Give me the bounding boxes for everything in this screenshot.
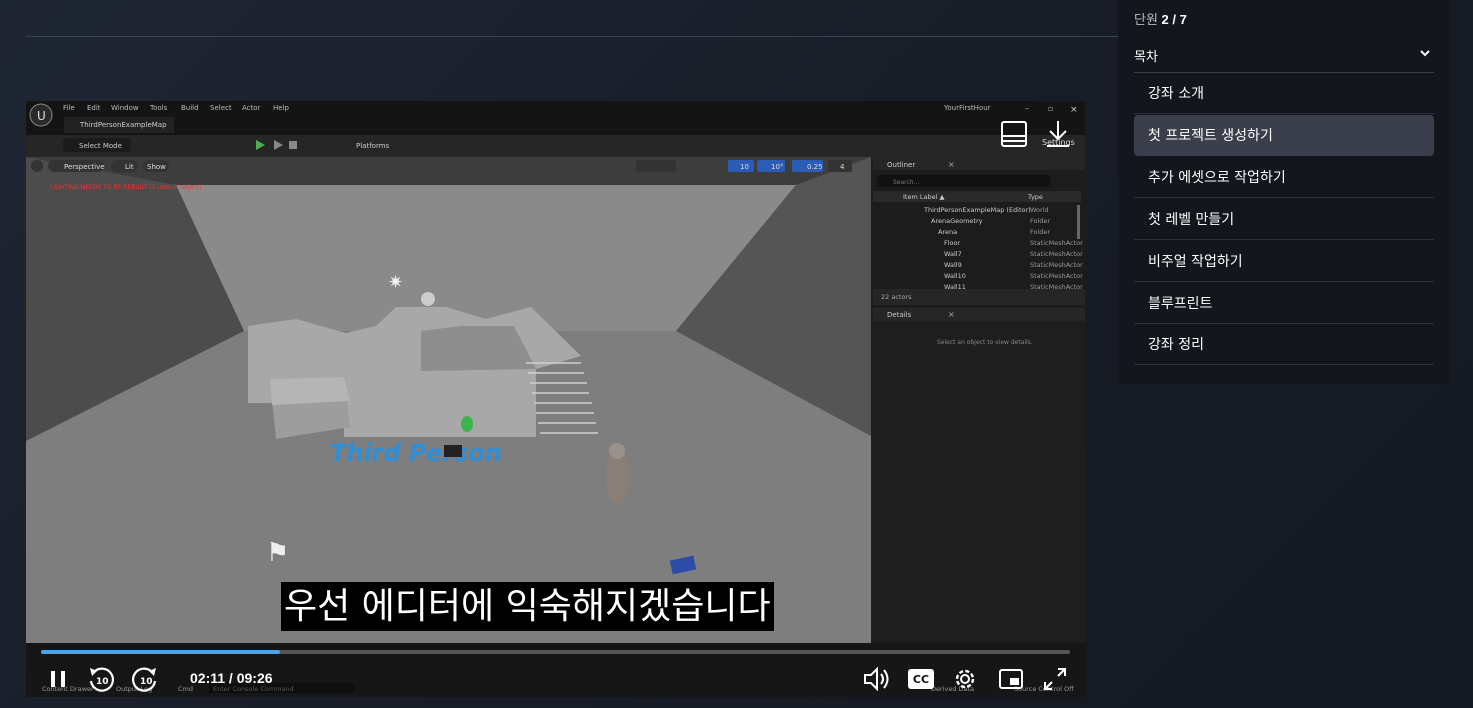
toc-header[interactable]: 목차	[1134, 46, 1434, 70]
svg-text:Type: Type	[1027, 193, 1043, 201]
progress-bar[interactable]	[41, 650, 1070, 654]
svg-text:StaticMeshActor: StaticMeshActor	[1030, 250, 1083, 258]
transcript-icon[interactable]	[999, 119, 1029, 149]
svg-text:Lit: Lit	[125, 163, 134, 171]
svg-text:ThirdPersonExampleMap (Editor): ThirdPersonExampleMap (Editor)	[923, 206, 1031, 214]
svg-text:Edit: Edit	[87, 104, 101, 112]
svg-text:Floor: Floor	[944, 239, 960, 247]
svg-text:4: 4	[840, 163, 845, 171]
svg-text:File: File	[63, 104, 75, 112]
forward-10-icon: 10	[132, 667, 157, 692]
lesson-item[interactable]: 첫 레벨 만들기	[1134, 199, 1434, 240]
video-player[interactable]: U File Edit Window Tools Build Select Actor Hel…	[26, 101, 1085, 697]
course-sidebar: 단원 2 / 7 목차 강좌 소개 첫 프로젝트 생성하기 추가 에셋으로 작업하기…	[1118, 0, 1450, 384]
skip-forward-button[interactable]: 10	[130, 664, 160, 694]
svg-text:Wall10: Wall10	[944, 272, 966, 280]
lesson-item[interactable]: 강좌 정리	[1134, 324, 1434, 366]
svg-text:10: 10	[140, 677, 153, 687]
volume-icon	[864, 666, 889, 692]
unit-progress: 단원 2 / 7	[1134, 12, 1187, 27]
skip-back-button[interactable]: 10	[86, 664, 116, 694]
cc-icon: CC	[908, 669, 934, 689]
svg-text:Cmd: Cmd	[178, 685, 193, 693]
svg-text:Build: Build	[181, 104, 199, 112]
svg-text:Show: Show	[147, 163, 166, 171]
svg-text:ThirdPersonExampleMap: ThirdPersonExampleMap	[79, 121, 167, 129]
svg-text:Item Label ▲: Item Label ▲	[903, 193, 944, 201]
svg-text:World: World	[1030, 206, 1049, 214]
svg-text:22 actors: 22 actors	[881, 293, 912, 301]
svg-text:Arena: Arena	[938, 228, 957, 236]
svg-text:Window: Window	[111, 104, 139, 112]
volume-button[interactable]	[862, 664, 892, 694]
svg-text:10°: 10°	[771, 163, 783, 171]
svg-text:Outliner: Outliner	[887, 161, 915, 169]
svg-text:StaticMeshActor: StaticMeshActor	[1030, 239, 1083, 247]
svg-text:StaticMeshActor: StaticMeshActor	[1030, 272, 1083, 280]
svg-text:0.25: 0.25	[807, 163, 823, 171]
toc-title: 목차	[1134, 49, 1158, 64]
fullscreen-icon	[1044, 668, 1066, 690]
svg-text:⚑: ⚑	[266, 538, 289, 568]
svg-text:Folder: Folder	[1030, 217, 1050, 225]
svg-text:Help: Help	[273, 104, 290, 112]
lesson-item[interactable]: 강좌 소개	[1134, 73, 1434, 114]
svg-text:Tools: Tools	[149, 104, 168, 112]
time-display: 02:11 / 09:26	[190, 670, 273, 686]
svg-text:Select: Select	[210, 104, 232, 112]
svg-text:×: ×	[948, 310, 955, 319]
svg-text:Platforms: Platforms	[356, 142, 390, 150]
rewind-10-icon: 10	[89, 667, 114, 692]
lesson-item[interactable]: 추가 에셋으로 작업하기	[1134, 157, 1434, 198]
svg-text:Wall9: Wall9	[944, 261, 962, 269]
svg-text:Wall7: Wall7	[944, 250, 962, 258]
picture-in-picture-button[interactable]	[996, 664, 1026, 694]
svg-text:StaticMeshActor: StaticMeshActor	[1030, 261, 1083, 269]
captions-button[interactable]: CC	[906, 664, 936, 694]
svg-text:Third Person: Third Person	[330, 439, 502, 467]
svg-text:×: ×	[1070, 105, 1078, 115]
svg-text:Search...: Search...	[893, 179, 919, 186]
settings-overlay-label: Settings	[1042, 138, 1075, 147]
svg-text:Actor: Actor	[242, 104, 261, 112]
lesson-item[interactable]: 비주얼 작업하기	[1134, 241, 1434, 282]
subtitle-caption: 우선 에디터에 익숙해지겠습니다	[281, 582, 774, 631]
svg-text:Perspective: Perspective	[64, 163, 105, 171]
pause-button[interactable]	[44, 664, 72, 694]
pause-icon	[51, 671, 65, 687]
svg-text:ArenaGeometry: ArenaGeometry	[931, 217, 983, 225]
svg-text:Details: Details	[887, 311, 912, 319]
svg-text:10: 10	[96, 677, 109, 687]
svg-text:×: ×	[948, 160, 955, 169]
svg-text:Select Mode: Select Mode	[79, 142, 122, 150]
svg-text:10: 10	[740, 163, 749, 171]
progress-fill	[41, 650, 280, 654]
chevron-down-icon	[1420, 50, 1430, 57]
lesson-item[interactable]: 첫 프로젝트 생성하기	[1134, 114, 1434, 156]
pip-icon	[999, 669, 1023, 689]
fullscreen-button[interactable]	[1040, 664, 1070, 694]
svg-text:Select an object to view detai: Select an object to view details.	[937, 339, 1033, 346]
svg-text:✷: ✷	[388, 272, 403, 293]
svg-text:U: U	[37, 109, 46, 123]
divider	[26, 36, 1118, 37]
lesson-item[interactable]: 블루프린트	[1134, 283, 1434, 324]
svg-text:LIGHTING NEEDS TO BE REBUILT (: LIGHTING NEEDS TO BE REBUILT (1 unbuilt …	[50, 184, 201, 191]
svg-text:▫: ▫	[1048, 104, 1053, 113]
svg-text:–: –	[1025, 104, 1029, 113]
svg-text:Enter Console Command: Enter Console Command	[213, 685, 294, 693]
svg-text:Folder: Folder	[1030, 228, 1050, 236]
gear-icon	[955, 669, 975, 689]
svg-text:YourFirstHour: YourFirstHour	[943, 104, 991, 112]
settings-button[interactable]	[950, 664, 980, 694]
